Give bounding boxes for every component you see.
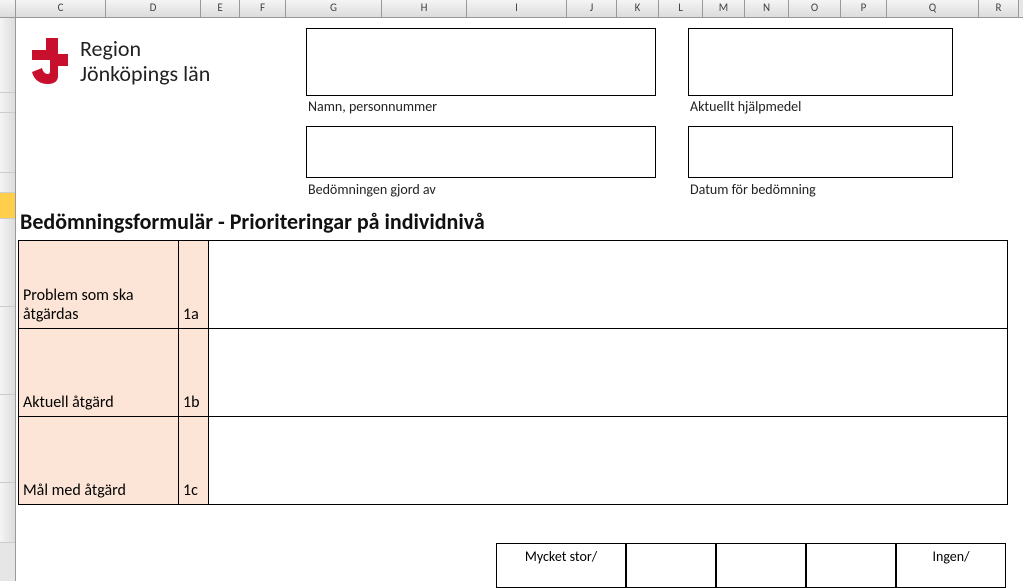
row-label[interactable]: Problem som ska åtgärdas xyxy=(19,241,179,329)
row-header[interactable] xyxy=(0,93,15,113)
row-header[interactable] xyxy=(0,219,15,307)
row-label[interactable]: Aktuell åtgärd xyxy=(19,329,179,417)
col-header-g[interactable]: G xyxy=(286,0,382,17)
row-header[interactable] xyxy=(0,483,15,543)
col-header-n[interactable]: N xyxy=(745,0,789,17)
scale-cell-4[interactable] xyxy=(806,543,896,588)
row-code[interactable]: 1c xyxy=(179,417,209,505)
logo-block: Region Jönköpings län xyxy=(28,36,210,87)
logo-line1: Region xyxy=(80,36,210,61)
region-logo-icon xyxy=(28,36,70,86)
col-header-j[interactable]: J xyxy=(567,0,617,17)
row-header[interactable] xyxy=(0,395,15,483)
aid-input-box[interactable] xyxy=(688,28,953,96)
spreadsheet-content[interactable]: Region Jönköpings län Namn, personnummer… xyxy=(16,18,1023,581)
select-all-corner[interactable] xyxy=(0,0,16,17)
table-row: Mål med åtgärd 1c xyxy=(19,417,1008,505)
col-header-f[interactable]: F xyxy=(240,0,286,17)
assessment-table: Problem som ska åtgärdas 1a Aktuell åtgä… xyxy=(18,240,1008,505)
row-value[interactable] xyxy=(209,329,1008,417)
table-row: Aktuell åtgärd 1b xyxy=(19,329,1008,417)
row-header[interactable] xyxy=(0,113,15,173)
row-header[interactable] xyxy=(0,307,15,395)
col-header-q[interactable]: Q xyxy=(887,0,979,17)
col-header-m[interactable]: M xyxy=(703,0,745,17)
col-header-o[interactable]: O xyxy=(789,0,841,17)
col-header-d[interactable]: D xyxy=(106,0,201,17)
col-header-p[interactable]: P xyxy=(841,0,887,17)
scale-cell-1[interactable]: Mycket stor/ xyxy=(496,543,626,588)
spreadsheet-column-headers: C D E F G H I J K L M N O P Q R xyxy=(0,0,1023,18)
col-header-e[interactable]: E xyxy=(201,0,240,17)
date-input-box[interactable] xyxy=(688,126,953,178)
col-header-r[interactable]: R xyxy=(979,0,1019,17)
scale-cell-2[interactable] xyxy=(626,543,716,588)
table-row: Problem som ska åtgärdas 1a xyxy=(19,241,1008,329)
row-header[interactable] xyxy=(0,18,15,93)
spreadsheet-row-headers xyxy=(0,18,16,581)
logo-line2: Jönköpings län xyxy=(80,61,210,86)
scale-cell-3[interactable] xyxy=(716,543,806,588)
name-input-box[interactable] xyxy=(306,28,656,96)
row-header[interactable] xyxy=(0,173,15,193)
assessed-by-label: Bedömningen gjord av xyxy=(308,181,436,198)
aid-label: Aktuellt hjälpmedel xyxy=(690,98,801,115)
form-title: Bedömningsformulär - Prioriteringar på i… xyxy=(20,208,485,235)
row-code[interactable]: 1a xyxy=(179,241,209,329)
col-header-i[interactable]: I xyxy=(467,0,567,17)
row-header-selected[interactable] xyxy=(0,193,15,219)
row-value[interactable] xyxy=(209,417,1008,505)
row-label[interactable]: Mål med åtgärd xyxy=(19,417,179,505)
col-header-k[interactable]: K xyxy=(617,0,659,17)
date-label: Datum för bedömning xyxy=(690,181,816,198)
name-label: Namn, personnummer xyxy=(308,98,437,115)
col-header-h[interactable]: H xyxy=(382,0,467,17)
logo-text: Region Jönköpings län xyxy=(80,36,210,87)
row-value[interactable] xyxy=(209,241,1008,329)
col-header-l[interactable]: L xyxy=(659,0,703,17)
row-code[interactable]: 1b xyxy=(179,329,209,417)
assessed-by-input-box[interactable] xyxy=(306,126,656,178)
scale-row: Mycket stor/ Ingen/ xyxy=(496,543,1006,588)
col-header-c[interactable]: C xyxy=(16,0,106,17)
scale-cell-5[interactable]: Ingen/ xyxy=(896,543,1006,588)
